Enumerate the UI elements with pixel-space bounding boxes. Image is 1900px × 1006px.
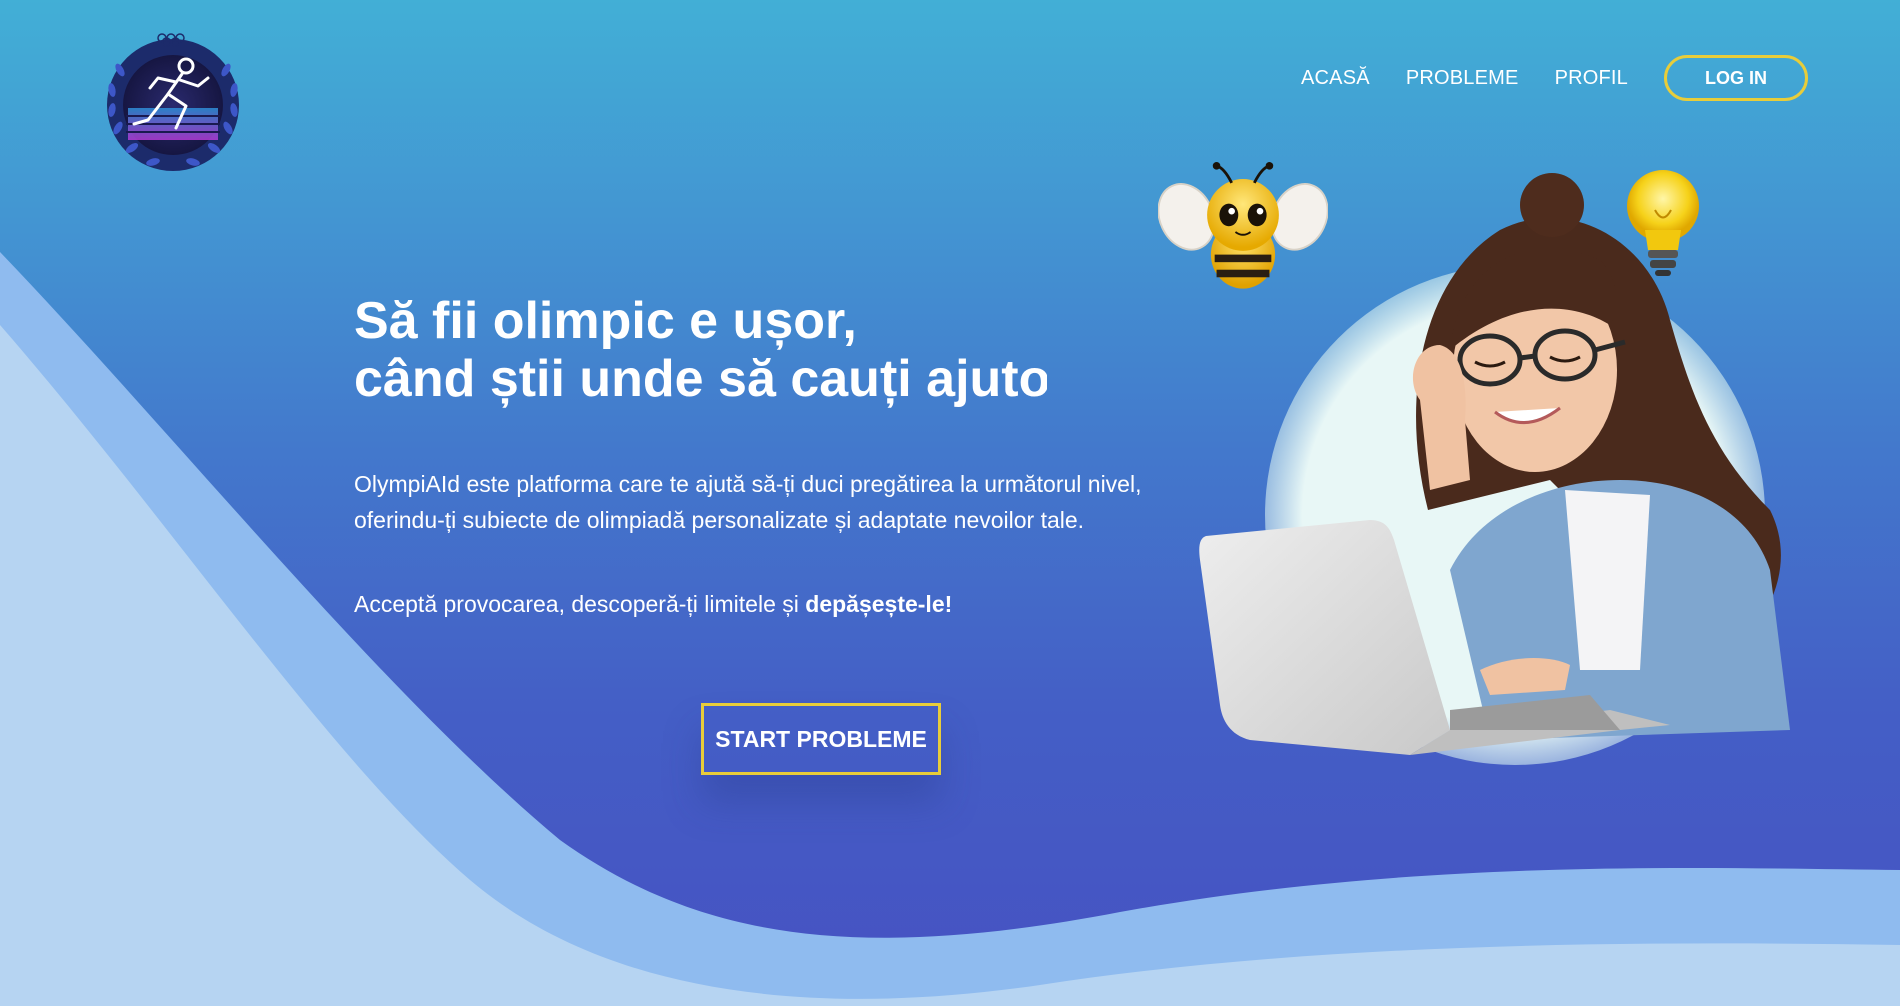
olympiad-logo[interactable] bbox=[98, 28, 248, 178]
hero-tagline: Acceptă provocarea, descoperă-ți limitel… bbox=[354, 588, 952, 620]
hair-bun bbox=[1520, 173, 1584, 237]
start-problems-button[interactable]: START PROBLEME bbox=[701, 703, 941, 775]
hero-tagline-emphasis: depășește-le! bbox=[805, 591, 953, 617]
hero-description-line-2: oferindu-ți subiecte de olimpiadă person… bbox=[354, 507, 1085, 533]
nav-home-link[interactable]: ACASĂ bbox=[1301, 67, 1370, 90]
landing-page: ACASĂ PROBLEME PROFIL LOG IN Să fii olim… bbox=[0, 0, 1900, 1006]
bee-mascot-icon bbox=[1158, 162, 1328, 289]
login-button[interactable]: LOG IN bbox=[1664, 55, 1808, 101]
hero-headline-line-1: Să fii olimpic e ușor, bbox=[354, 292, 857, 350]
nav-profile-link[interactable]: PROFIL bbox=[1555, 67, 1628, 90]
main-nav: ACASĂ PROBLEME PROFIL LOG IN bbox=[1301, 55, 1808, 101]
nav-problems-link[interactable]: PROBLEME bbox=[1406, 67, 1519, 90]
hero-description-line-1: OlympiAId este platforma care te ajută s… bbox=[354, 471, 1142, 497]
hero-headline: Să fii olimpic e ușor, când știi unde să… bbox=[354, 292, 1047, 412]
hero-headline-line-2: când știi unde să cauți ajutor bbox=[354, 350, 1047, 408]
hero-description: OlympiAId este platforma care te ajută s… bbox=[354, 466, 1194, 538]
hero-tagline-text: Acceptă provocarea, descoperă-ți limitel… bbox=[354, 591, 806, 617]
